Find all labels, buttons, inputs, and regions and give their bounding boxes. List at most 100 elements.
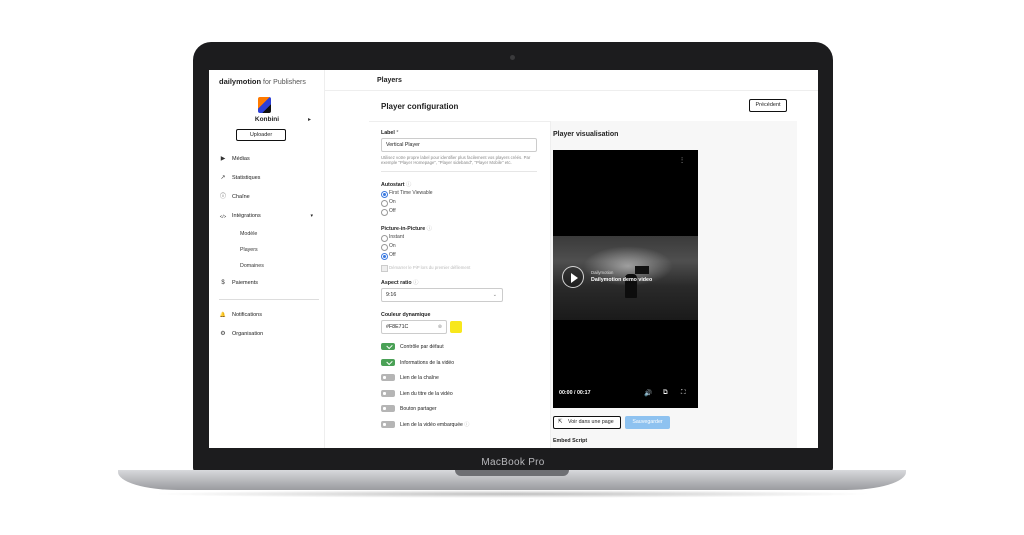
- media-icon: ▶: [220, 156, 226, 162]
- pip-option-instant[interactable]: Instant: [381, 233, 541, 243]
- toggle-title-link[interactable]: Lien du titre de la vidéo: [381, 389, 541, 405]
- sidebar-subitem-players[interactable]: Players: [219, 242, 319, 258]
- embed-script-label: Embed Script: [553, 438, 588, 444]
- org-chevron-icon[interactable]: ▸: [308, 116, 311, 123]
- toggle-switch[interactable]: [381, 358, 395, 366]
- laptop-shadow: [150, 490, 874, 498]
- autostart-title: Autostart ⓘ: [381, 182, 412, 189]
- sidebar-subitem-domaines[interactable]: Domaines: [219, 258, 319, 274]
- sidebar-item-label: Chaîne: [232, 194, 250, 200]
- pip-scroll-checkbox[interactable]: Démarrer le PiP lors du premier défileme…: [381, 263, 541, 273]
- autostart-option-first-time-viewable[interactable]: First Time Viewable: [381, 189, 541, 199]
- toggle-default-controls[interactable]: Contrôle par défaut: [381, 342, 541, 358]
- help-icon[interactable]: ⓘ: [406, 182, 411, 188]
- page-title: Players: [377, 77, 402, 84]
- device-label: MacBook Pro: [481, 457, 545, 468]
- toggle-share-button[interactable]: Bouton partager: [381, 404, 541, 420]
- dollar-icon: $: [221, 280, 225, 286]
- label-field-title: Label *: [381, 130, 399, 136]
- toggle-switch[interactable]: [381, 405, 395, 413]
- pip-icon[interactable]: ⧉: [663, 389, 668, 397]
- label-help-text: Utilisez votre propre label pour identif…: [381, 155, 531, 166]
- header-divider: [325, 90, 818, 91]
- color-swatch[interactable]: [450, 321, 462, 334]
- toggle-switch[interactable]: [381, 389, 395, 397]
- sidebar-item-medias[interactable]: ▶ Médias: [219, 150, 319, 169]
- sidebar: dailymotion for Publishers Konbini ▸ Upl…: [209, 70, 325, 448]
- toggle-embed-link[interactable]: Lien de la vidéo embarquée ⓘ: [381, 420, 541, 436]
- open-in-page-button[interactable]: ⇱ Voir dans une page: [553, 416, 621, 429]
- laptop-screen: dailymotion for Publishers Konbini ▸ Upl…: [209, 70, 818, 448]
- pip-title: Picture-in-Picture ⓘ: [381, 226, 432, 233]
- sidebar-item-label: Paiements: [232, 280, 258, 286]
- required-marker: *: [396, 130, 399, 136]
- help-icon[interactable]: ⓘ: [413, 280, 418, 286]
- sidebar-item-label: Intégrations: [232, 213, 261, 219]
- help-icon[interactable]: ⓘ: [427, 226, 432, 232]
- brand-logo[interactable]: dailymotion for Publishers: [219, 77, 306, 86]
- org-avatar: [258, 97, 271, 113]
- visualisation-title: Player visualisation: [553, 131, 619, 138]
- video-title[interactable]: Dailymotion demo video: [591, 277, 652, 283]
- clear-icon[interactable]: ⊗: [438, 321, 442, 333]
- play-icon[interactable]: [562, 266, 584, 288]
- help-icon[interactable]: ⓘ: [464, 422, 469, 428]
- video-brand: Dailymotion: [591, 270, 614, 275]
- sidebar-item-organisation[interactable]: ⚙ Organisation: [219, 325, 319, 344]
- aspect-ratio-title: Aspect ratio ⓘ: [381, 280, 419, 287]
- toggle-list: Contrôle par défaut Informations de la v…: [381, 342, 541, 435]
- sidebar-item-integrations[interactable]: </> Intégrations ▾: [219, 207, 319, 226]
- gear-icon: ⚙: [220, 331, 226, 337]
- sidebar-item-chaine[interactable]: ⓘ Chaîne: [219, 188, 319, 207]
- config-title: Player configuration: [381, 102, 459, 111]
- sidebar-nav: ▶ Médias ↗ Statistiques ⓘ Chaîne </> Int…: [219, 150, 319, 344]
- color-value: #F8E71C: [386, 324, 409, 331]
- chevron-down-icon[interactable]: ▾: [310, 207, 313, 226]
- color-title: Couleur dynamique: [381, 312, 431, 319]
- sidebar-item-statistiques[interactable]: ↗ Statistiques: [219, 169, 319, 188]
- save-button[interactable]: Sauvegarder: [625, 416, 670, 429]
- sidebar-subitem-modele[interactable]: Modèle: [219, 226, 319, 242]
- brand-suffix: for Publishers: [263, 79, 306, 86]
- toggle-switch[interactable]: [381, 420, 395, 428]
- label-input[interactable]: Vertical Player: [381, 138, 537, 152]
- color-input[interactable]: #F8E71C ⊗: [381, 320, 447, 335]
- sidebar-item-label: Organisation: [232, 331, 264, 337]
- laptop-base: [118, 470, 906, 490]
- video-player[interactable]: ⫶ Dailymotion Dailymotion demo video 00:…: [553, 150, 698, 408]
- fullscreen-icon[interactable]: ⛶: [681, 389, 686, 397]
- toggle-channel-link[interactable]: Lien de la chaîne: [381, 373, 541, 389]
- volume-icon[interactable]: 🔊: [644, 389, 652, 397]
- chevron-down-icon: ⌄: [492, 292, 497, 299]
- channel-icon: ⓘ: [219, 194, 226, 200]
- sidebar-item-notifications[interactable]: 🔔 Notifications: [219, 306, 319, 325]
- pip-option-on[interactable]: On: [381, 242, 541, 252]
- toggle-switch[interactable]: [381, 343, 395, 351]
- laptop-notch: [455, 470, 569, 476]
- brand-name: dailymotion: [219, 77, 262, 86]
- sidebar-item-label: Notifications: [232, 312, 262, 318]
- sidebar-item-paiements[interactable]: $ Paiements: [219, 274, 319, 293]
- autostart-option-on[interactable]: On: [381, 198, 541, 208]
- aspect-ratio-value: 9:16: [386, 292, 397, 299]
- sidebar-item-label: Médias: [232, 156, 250, 162]
- bell-icon: 🔔: [219, 312, 227, 318]
- code-icon: </>: [219, 214, 227, 219]
- settings-icon[interactable]: ⫶: [681, 156, 683, 166]
- video-time: 00:00 / 00:17: [559, 390, 591, 396]
- video-frame: Dailymotion Dailymotion demo video: [553, 236, 698, 320]
- webcam: [510, 55, 515, 60]
- autostart-option-off[interactable]: Off: [381, 207, 541, 217]
- aspect-ratio-select[interactable]: 9:16 ⌄: [381, 288, 503, 303]
- pip-option-off[interactable]: Off: [381, 251, 541, 261]
- laptop-lid: dailymotion for Publishers Konbini ▸ Upl…: [193, 42, 833, 472]
- sidebar-item-label: Statistiques: [232, 175, 261, 181]
- external-link-icon: ⇱: [558, 419, 563, 425]
- color-row: #F8E71C ⊗: [381, 320, 541, 336]
- previous-button[interactable]: Précédent: [749, 99, 787, 112]
- toggle-video-info[interactable]: Informations de la vidéo: [381, 358, 541, 374]
- upload-button[interactable]: Uploader: [236, 129, 286, 141]
- toggle-switch[interactable]: [381, 374, 395, 382]
- trend-icon: ↗: [220, 175, 226, 181]
- player-config-form: Label * Vertical Player Utilisez votre p…: [381, 130, 541, 435]
